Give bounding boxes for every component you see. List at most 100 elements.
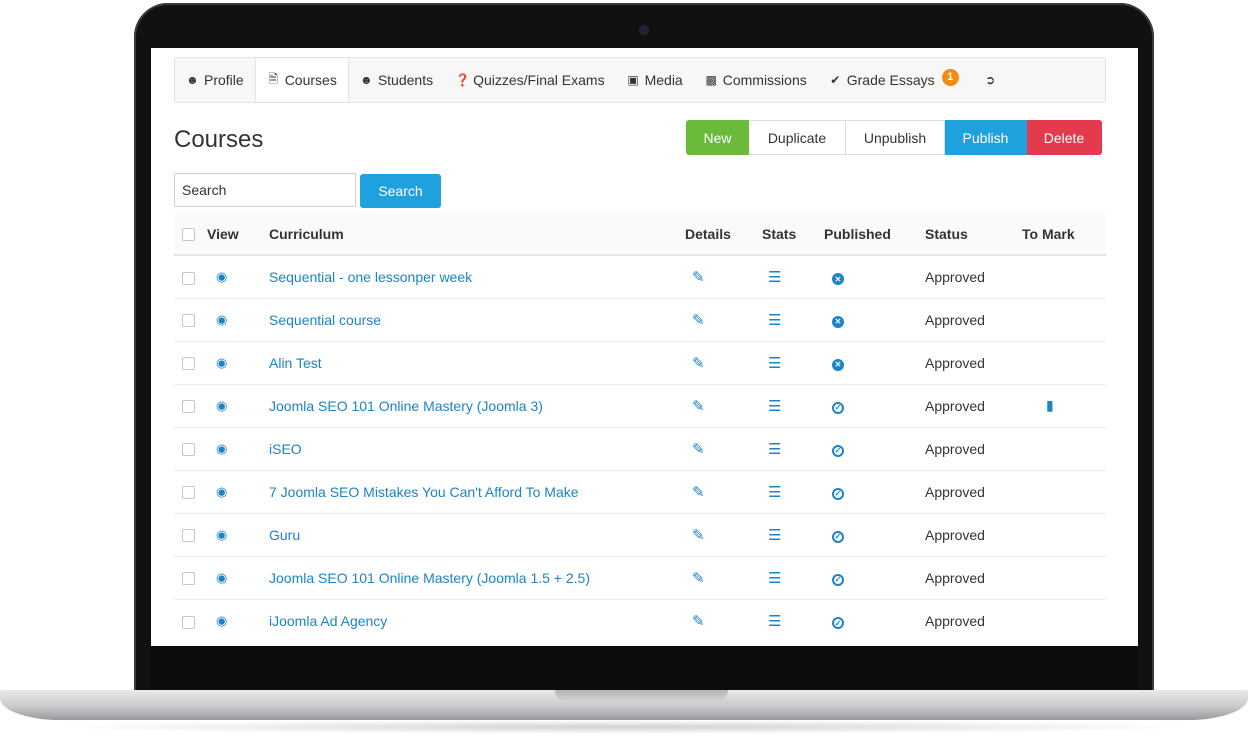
list-icon[interactable]: ☰ bbox=[768, 440, 781, 458]
row-stats: ☰ bbox=[762, 469, 824, 513]
row-checkbox[interactable] bbox=[182, 443, 195, 457]
published-check-icon[interactable]: ✓ bbox=[832, 401, 844, 414]
published-check-icon[interactable]: ✓ bbox=[832, 617, 844, 629]
nav-courses-label: Courses bbox=[284, 72, 337, 88]
row-curriculum: Joomla SEO 101 Online Mastery (Joomla 3) bbox=[269, 383, 685, 427]
nav-media[interactable]: ▣ Media bbox=[616, 58, 694, 102]
row-stats: ☰ bbox=[762, 383, 824, 427]
row-published: ✓ bbox=[824, 469, 925, 513]
table-row: ◉ iJoomla Ad Agency ✎ ☰ ✓ Approved bbox=[174, 598, 1106, 642]
new-button[interactable]: New bbox=[686, 120, 749, 155]
select-all-checkbox[interactable] bbox=[182, 228, 195, 242]
eye-icon[interactable]: ◉ bbox=[216, 441, 227, 457]
eye-icon[interactable]: ◉ bbox=[216, 484, 227, 500]
course-title-link[interactable]: Alin Test bbox=[269, 355, 322, 371]
row-checkbox[interactable] bbox=[182, 357, 195, 371]
row-details: ✎ bbox=[685, 555, 762, 599]
row-to-mark bbox=[1022, 254, 1106, 298]
unpublished-x-icon[interactable]: ✕ bbox=[832, 358, 844, 371]
published-check-icon[interactable]: ✓ bbox=[832, 444, 844, 457]
row-select bbox=[174, 426, 207, 470]
row-status: Approved bbox=[925, 469, 1022, 513]
nav-logout[interactable]: ➲ bbox=[970, 58, 1011, 102]
list-icon[interactable]: ☰ bbox=[768, 268, 781, 286]
unpublished-x-icon[interactable]: ✕ bbox=[832, 273, 844, 285]
eye-icon[interactable]: ◉ bbox=[216, 355, 227, 371]
duplicate-button[interactable]: Duplicate bbox=[749, 120, 846, 155]
row-select bbox=[174, 340, 207, 384]
eye-icon[interactable]: ◉ bbox=[216, 527, 227, 543]
course-title-link[interactable]: iSEO bbox=[269, 441, 302, 457]
list-icon[interactable]: ☰ bbox=[768, 569, 781, 587]
nav-students[interactable]: ☻ Students bbox=[349, 58, 444, 102]
status-text: Approved bbox=[925, 440, 985, 457]
published-check-icon[interactable]: ✓ bbox=[832, 487, 844, 500]
row-to-mark bbox=[1022, 598, 1106, 642]
publish-button[interactable]: Publish bbox=[945, 120, 1027, 155]
edit-icon[interactable]: ✎ bbox=[692, 483, 705, 501]
list-icon[interactable]: ☰ bbox=[768, 483, 781, 501]
header-published: Published bbox=[824, 213, 925, 256]
row-checkbox[interactable] bbox=[182, 271, 195, 285]
course-title-link[interactable]: Guru bbox=[269, 527, 300, 543]
row-details: ✎ bbox=[685, 426, 762, 470]
row-details: ✎ bbox=[685, 512, 762, 556]
search-input[interactable] bbox=[174, 173, 356, 207]
eye-icon[interactable]: ◉ bbox=[216, 613, 227, 629]
row-details: ✎ bbox=[685, 254, 762, 298]
nav-commissions[interactable]: ▩ Commissions bbox=[694, 58, 818, 102]
eye-icon[interactable]: ◉ bbox=[216, 269, 227, 285]
laptop-shadow bbox=[40, 720, 1208, 734]
nav-grade-essays-label: Grade Essays bbox=[846, 72, 935, 88]
course-title-link[interactable]: Sequential - one lessonper week bbox=[269, 269, 472, 285]
edit-icon[interactable]: ✎ bbox=[692, 354, 705, 372]
book-icon[interactable]: ▮ bbox=[1046, 397, 1054, 414]
row-select bbox=[174, 555, 207, 599]
nav-courses[interactable]: 🗎 Courses bbox=[254, 58, 349, 102]
published-check-icon[interactable]: ✓ bbox=[832, 530, 844, 543]
eye-icon[interactable]: ◉ bbox=[216, 398, 227, 414]
row-checkbox[interactable] bbox=[182, 400, 195, 414]
eye-icon[interactable]: ◉ bbox=[216, 570, 227, 586]
edit-icon[interactable]: ✎ bbox=[692, 569, 705, 587]
list-icon[interactable]: ☰ bbox=[768, 526, 781, 544]
row-to-mark bbox=[1022, 512, 1106, 556]
nav-profile[interactable]: ☻ Profile bbox=[175, 58, 255, 102]
edit-icon[interactable]: ✎ bbox=[692, 526, 705, 544]
row-checkbox[interactable] bbox=[182, 615, 195, 629]
row-select bbox=[174, 383, 207, 427]
edit-icon[interactable]: ✎ bbox=[692, 440, 705, 458]
edit-icon[interactable]: ✎ bbox=[692, 397, 705, 415]
row-checkbox[interactable] bbox=[182, 486, 195, 500]
course-title-link[interactable]: Joomla SEO 101 Online Mastery (Joomla 1.… bbox=[269, 570, 590, 586]
course-title-link[interactable]: Joomla SEO 101 Online Mastery (Joomla 3) bbox=[269, 398, 543, 414]
row-checkbox[interactable] bbox=[182, 572, 195, 586]
course-title-link[interactable]: iJoomla Ad Agency bbox=[269, 613, 387, 629]
nav-quizzes[interactable]: ❓ Quizzes/Final Exams bbox=[444, 58, 615, 102]
list-icon[interactable]: ☰ bbox=[768, 612, 781, 630]
search-button[interactable]: Search bbox=[360, 174, 441, 208]
list-icon[interactable]: ☰ bbox=[768, 354, 781, 372]
edit-icon[interactable]: ✎ bbox=[692, 268, 705, 286]
list-icon[interactable]: ☰ bbox=[768, 311, 781, 329]
row-checkbox[interactable] bbox=[182, 314, 195, 328]
camera-icon bbox=[640, 26, 648, 34]
eye-icon[interactable]: ◉ bbox=[216, 312, 227, 328]
unpublished-x-icon[interactable]: ✕ bbox=[832, 315, 844, 328]
unpublish-button[interactable]: Unpublish bbox=[846, 120, 945, 155]
row-published: ✓ bbox=[824, 555, 925, 599]
delete-button[interactable]: Delete bbox=[1027, 120, 1102, 155]
row-to-mark bbox=[1022, 469, 1106, 513]
row-view: ◉ bbox=[207, 512, 269, 556]
list-icon[interactable]: ☰ bbox=[768, 397, 781, 415]
edit-icon[interactable]: ✎ bbox=[692, 612, 705, 630]
course-title-link[interactable]: 7 Joomla SEO Mistakes You Can't Afford T… bbox=[269, 484, 579, 500]
published-check-icon[interactable]: ✓ bbox=[832, 573, 844, 586]
row-stats: ☰ bbox=[762, 340, 824, 384]
edit-icon[interactable]: ✎ bbox=[692, 311, 705, 329]
row-checkbox[interactable] bbox=[182, 529, 195, 543]
row-view: ◉ bbox=[207, 383, 269, 427]
row-view: ◉ bbox=[207, 555, 269, 599]
nav-grade-essays[interactable]: ✔ Grade Essays 1 bbox=[818, 58, 970, 102]
course-title-link[interactable]: Sequential course bbox=[269, 312, 381, 328]
